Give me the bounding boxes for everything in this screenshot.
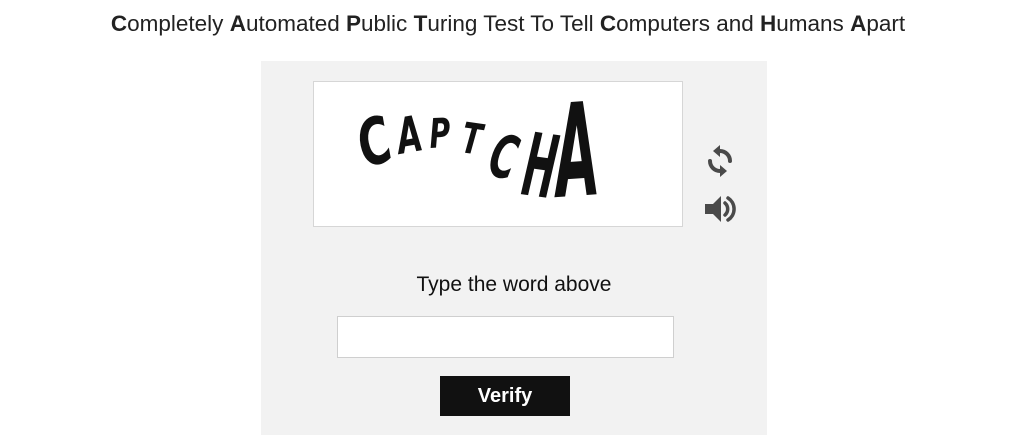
captcha-answer-input[interactable] xyxy=(337,316,674,358)
title-initial: T xyxy=(413,11,428,36)
refresh-icon-glyph xyxy=(708,145,732,177)
title-word-rest: omputers and xyxy=(616,11,761,36)
title-word-rest: umans xyxy=(776,11,851,36)
refresh-icon[interactable] xyxy=(704,144,736,178)
title-word-rest: ompletely xyxy=(127,11,230,36)
captcha-image: C A P T C H A xyxy=(313,81,683,227)
page-title: Completely Automated Public Turing Test … xyxy=(0,11,1016,37)
title-word-rest: utomated xyxy=(245,11,347,36)
verify-button[interactable]: Verify xyxy=(440,376,570,416)
title-word-rest: part xyxy=(866,11,906,36)
captcha-instruction: Type the word above xyxy=(416,273,612,296)
title-word-rest: ublic xyxy=(361,11,414,36)
captcha-letter: C xyxy=(482,120,525,195)
captcha-letter: A xyxy=(546,82,604,226)
title-initial: C xyxy=(110,11,128,36)
captcha-distorted-text: C A P T C H A xyxy=(348,82,604,226)
speaker-icon-glyph xyxy=(705,196,736,222)
title-initial: P xyxy=(346,11,362,36)
title-word-rest: uring Test To Tell xyxy=(427,11,600,36)
speaker-audio-icon[interactable] xyxy=(703,193,739,225)
title-initial: A xyxy=(229,11,246,36)
captcha-panel: C A P T C H A Type the word above Verify xyxy=(261,61,767,435)
title-initial: A xyxy=(850,11,867,36)
captcha-letter: P xyxy=(428,110,452,158)
title-initial: C xyxy=(599,11,617,36)
captcha-letter: T xyxy=(459,113,488,166)
title-initial: H xyxy=(760,11,777,36)
